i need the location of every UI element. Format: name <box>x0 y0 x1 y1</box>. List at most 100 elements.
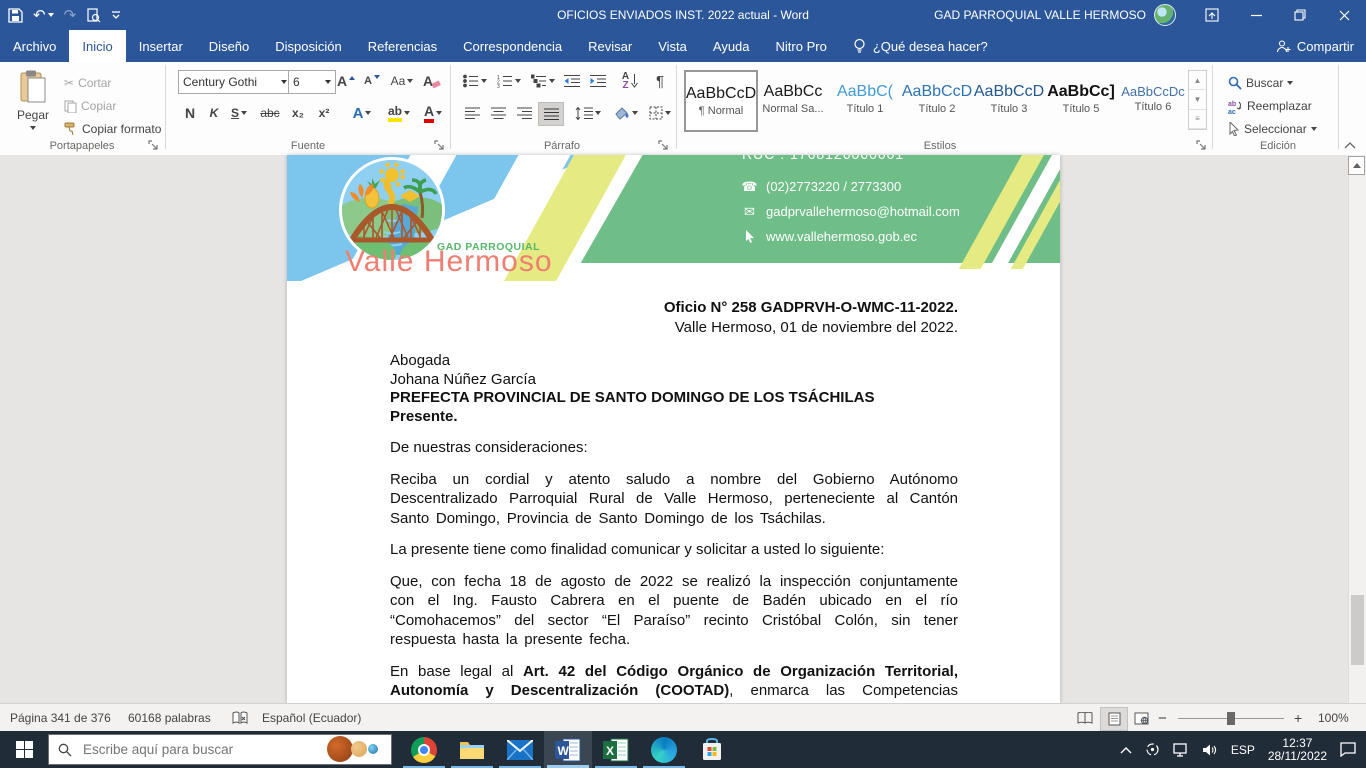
style-normal-sa[interactable]: AaBbCcNormal Sa... <box>758 70 828 128</box>
italic-button[interactable]: K <box>202 102 226 124</box>
page-indicator[interactable]: Página 341 de 376 <box>10 704 111 732</box>
line-spacing-button[interactable] <box>572 102 604 124</box>
shrink-font-button[interactable]: A <box>360 70 384 92</box>
cut-button[interactable]: ✂Cortar <box>64 72 111 94</box>
style-titulo-5[interactable]: AaBbCc]Título 5 <box>1046 70 1116 128</box>
font-family-combo[interactable]: Century Gothi <box>178 70 292 94</box>
letter-body[interactable]: Oficio N° 258 GADPRVH-O-WMC-11-2022. Val… <box>390 281 958 703</box>
share-button[interactable]: Compartir <box>1276 30 1354 62</box>
paragraph-dialog-launcher-icon[interactable] <box>658 140 669 151</box>
numbering-button[interactable]: 123 <box>494 70 524 92</box>
style-titulo-6[interactable]: AaBbCcDcTítulo 6 <box>1118 70 1188 128</box>
paste-button[interactable]: Pegar <box>8 70 58 142</box>
scroll-up-icon[interactable] <box>1348 156 1365 175</box>
font-size-combo[interactable]: 6 <box>288 70 336 94</box>
taskbar-word-icon[interactable]: W <box>544 731 592 768</box>
tab-vista[interactable]: Vista <box>645 30 700 62</box>
bold-button[interactable]: N <box>178 102 202 124</box>
superscript-button[interactable]: x² <box>312 102 336 124</box>
tray-sync-icon[interactable] <box>1145 742 1160 757</box>
highlight-color-button[interactable]: ab <box>382 102 416 124</box>
style-titulo-2[interactable]: AaBbCcDTítulo 2 <box>902 70 972 128</box>
print-layout-button[interactable] <box>1100 707 1128 731</box>
underline-button[interactable]: S <box>224 102 254 124</box>
font-color-button[interactable]: A <box>418 102 448 124</box>
zoom-level[interactable]: 100% <box>1318 704 1349 732</box>
clear-formatting-button[interactable]: A <box>420 70 444 92</box>
language-indicator[interactable]: Español (Ecuador) <box>262 704 361 732</box>
show-paragraph-marks-button[interactable]: ¶ <box>648 70 672 92</box>
restore-button[interactable] <box>1278 0 1322 30</box>
find-button[interactable]: Buscar <box>1228 72 1293 94</box>
tab-diseno[interactable]: Diseño <box>196 30 262 62</box>
tab-inicio[interactable]: Inicio <box>69 30 125 62</box>
font-dialog-launcher-icon[interactable] <box>434 140 445 151</box>
read-mode-button[interactable] <box>1072 707 1098 729</box>
volume-icon[interactable] <box>1202 743 1218 757</box>
format-painter-button[interactable]: Copiar formato <box>64 118 161 140</box>
tell-me-box[interactable]: ¿Qué desea hacer? <box>840 30 1001 62</box>
clock[interactable]: 12:3728/11/2022 <box>1268 737 1327 763</box>
collapse-ribbon-icon[interactable] <box>1344 141 1356 149</box>
shading-button[interactable] <box>610 102 642 124</box>
select-button[interactable]: Seleccionar <box>1228 118 1317 140</box>
account-name[interactable]: GAD PARROQUIAL VALLE HERMOSO <box>934 8 1146 22</box>
vertical-scrollbar[interactable] <box>1348 155 1366 703</box>
tab-disposicion[interactable]: Disposición <box>262 30 354 62</box>
tab-nitro-pro[interactable]: Nitro Pro <box>763 30 840 62</box>
tab-ayuda[interactable]: Ayuda <box>700 30 763 62</box>
copy-button[interactable]: Copiar <box>64 95 116 117</box>
taskbar-search[interactable] <box>48 734 392 765</box>
subscript-button[interactable]: x₂ <box>286 102 310 124</box>
tab-referencias[interactable]: Referencias <box>355 30 450 62</box>
bullets-button[interactable] <box>460 70 490 92</box>
web-layout-button[interactable] <box>1128 707 1154 729</box>
document-page[interactable]: RUC : 1768126060001 ☎(02)2773220 / 27733… <box>287 155 1060 703</box>
style-titulo-1[interactable]: AaBbC(Título 1 <box>830 70 900 128</box>
align-right-button[interactable] <box>512 102 536 124</box>
decrease-indent-button[interactable] <box>560 70 584 92</box>
styles-scroll-up-icon[interactable]: ▲ <box>1189 71 1206 90</box>
align-center-button[interactable] <box>486 102 510 124</box>
word-count[interactable]: 60168 palabras <box>128 704 211 732</box>
text-effects-button[interactable]: A <box>346 102 378 124</box>
borders-button[interactable] <box>644 102 676 124</box>
start-button[interactable] <box>0 731 48 768</box>
styles-dialog-launcher-icon[interactable] <box>1196 140 1207 151</box>
sort-button[interactable]: AZ <box>616 70 644 92</box>
zoom-in-button[interactable]: + <box>1294 704 1302 732</box>
taskbar-edge-icon[interactable] <box>640 731 688 768</box>
action-center-icon[interactable] <box>1340 742 1356 757</box>
proofing-status-icon[interactable] <box>232 704 248 732</box>
scrollbar-thumb[interactable] <box>1351 595 1364 665</box>
align-left-button[interactable] <box>460 102 484 124</box>
ribbon-display-options-icon[interactable] <box>1190 0 1234 30</box>
replace-button[interactable]: abacReemplazar <box>1228 95 1312 117</box>
show-hidden-icons-icon[interactable] <box>1120 746 1132 754</box>
zoom-slider-thumb[interactable] <box>1227 712 1235 725</box>
increase-indent-button[interactable] <box>586 70 610 92</box>
clipboard-dialog-launcher-icon[interactable] <box>148 140 159 151</box>
grow-font-button[interactable]: A <box>334 70 358 92</box>
taskbar-chrome-icon[interactable] <box>400 731 448 768</box>
styles-scroll-down-icon[interactable]: ▼ <box>1189 90 1206 109</box>
close-button[interactable] <box>1322 0 1366 30</box>
style-titulo-3[interactable]: AaBbCcDTítulo 3 <box>974 70 1044 128</box>
zoom-out-button[interactable]: − <box>1158 704 1167 732</box>
minimize-button[interactable] <box>1234 0 1278 30</box>
tab-correspondencia[interactable]: Correspondencia <box>450 30 575 62</box>
multilevel-list-button[interactable] <box>528 70 558 92</box>
tab-archivo[interactable]: Archivo <box>0 30 69 62</box>
taskbar-excel-icon[interactable]: X <box>592 731 640 768</box>
account-avatar[interactable] <box>1154 4 1176 26</box>
tab-revisar[interactable]: Revisar <box>575 30 645 62</box>
change-case-button[interactable]: Aa <box>388 70 416 92</box>
tab-insertar[interactable]: Insertar <box>126 30 196 62</box>
language-abbr[interactable]: ESP <box>1231 743 1255 757</box>
style-normal[interactable]: AaBbCcD¶ Normal <box>684 70 758 132</box>
styles-gallery-more-icon[interactable]: ≡ <box>1189 110 1206 129</box>
strikethrough-button[interactable]: abc <box>258 102 282 124</box>
taskbar-explorer-icon[interactable] <box>448 731 496 768</box>
justify-button[interactable] <box>538 102 564 126</box>
network-icon[interactable] <box>1173 743 1189 757</box>
